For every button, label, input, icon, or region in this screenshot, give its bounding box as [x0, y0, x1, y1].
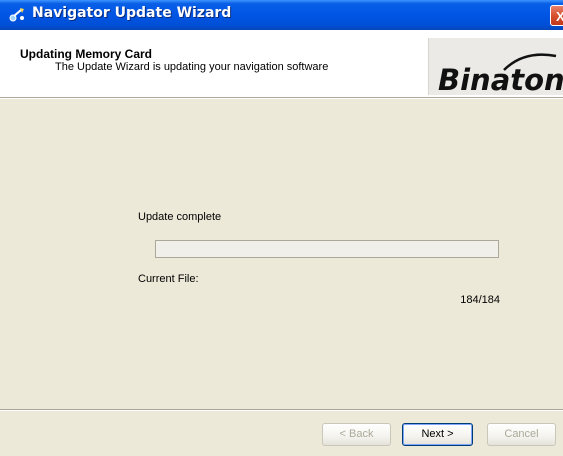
file-count: 184/184: [460, 294, 500, 306]
wizard-window: Navigator Update Wizard X Updating Memor…: [0, 0, 563, 456]
title-bar[interactable]: Navigator Update Wizard X: [0, 0, 563, 30]
close-icon: X: [556, 9, 563, 24]
status-text: Update complete: [138, 211, 222, 223]
close-button[interactable]: X: [550, 5, 563, 26]
brand-logo: Binatone: [438, 63, 563, 97]
page-subtitle: The Update Wizard is updating your navig…: [55, 61, 329, 73]
current-file-label: Current File:: [138, 273, 199, 285]
back-button[interactable]: < Back: [322, 423, 391, 446]
header-divider: [0, 97, 563, 99]
page-title: Updating Memory Card: [20, 47, 153, 61]
window-title: Navigator Update Wizard: [32, 5, 232, 21]
cancel-button[interactable]: Cancel: [487, 423, 556, 446]
next-button[interactable]: Next >: [402, 423, 473, 446]
navigator-app-icon: [9, 8, 24, 22]
footer-divider: [0, 409, 563, 411]
progress-bar: [155, 240, 499, 258]
